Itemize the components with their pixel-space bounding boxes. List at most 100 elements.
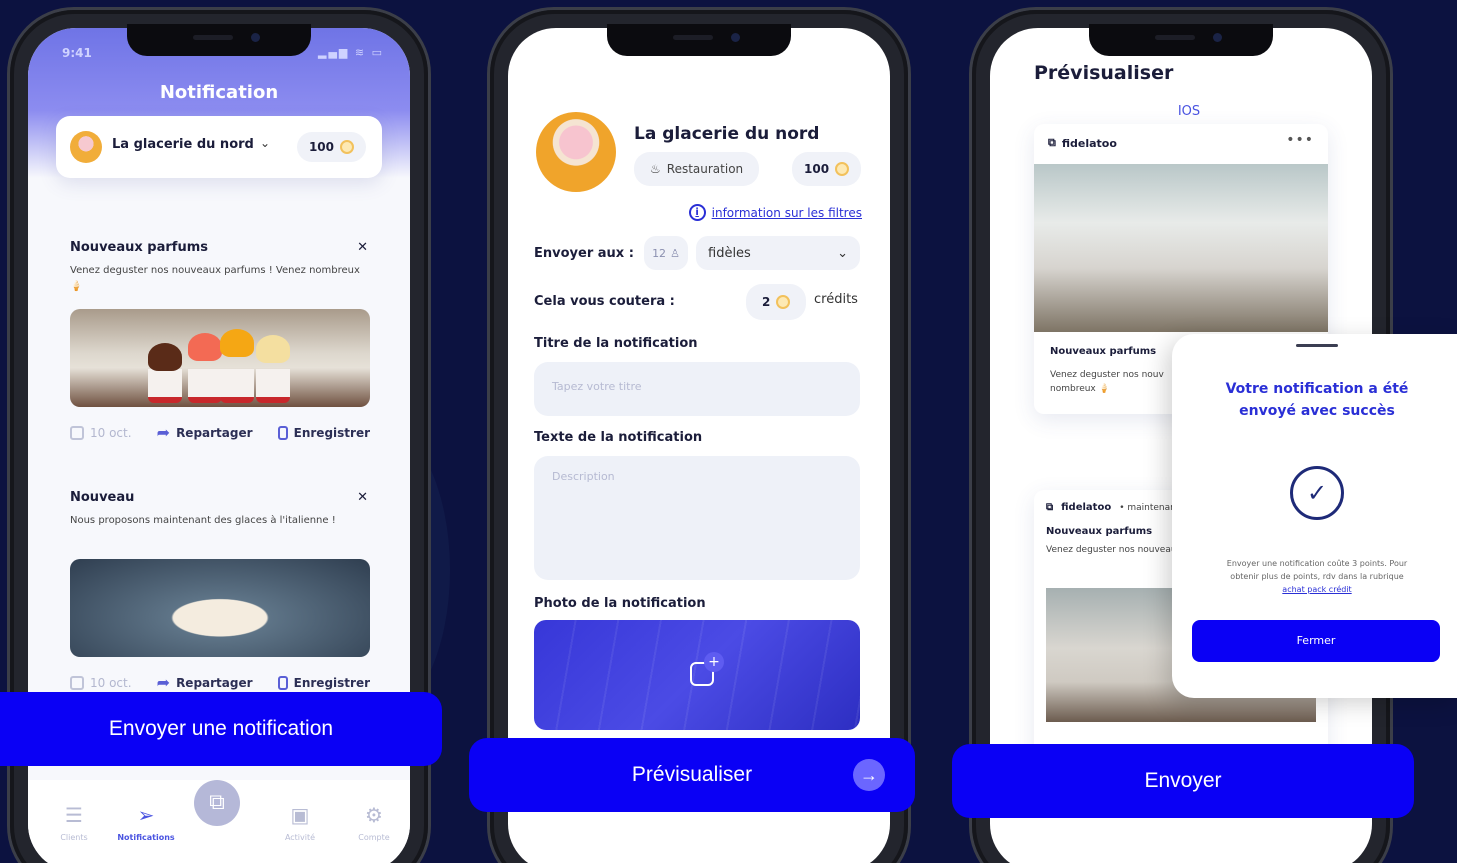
chocolate-ice-shape — [148, 343, 182, 371]
recipient-count: 12 ♙ — [644, 236, 688, 270]
tab-label: Notifications — [117, 833, 175, 842]
card-date: 10 oct. — [70, 423, 132, 442]
check-icon: ✓ — [1290, 466, 1344, 520]
app-name: fidelatoo — [1061, 502, 1112, 513]
more-icon[interactable]: ••• — [1286, 132, 1314, 148]
save-button[interactable]: Enregistrer — [277, 673, 370, 692]
points-badge: 100 — [296, 132, 366, 162]
notification-card: Nouveaux parfums ✕ Venez deguster nos no… — [70, 240, 370, 442]
app-header: ⧉ fidelatoo • maintenant — [1046, 502, 1179, 513]
info-icon: i — [688, 204, 706, 221]
vanilla-ice-shape — [256, 335, 290, 363]
notch — [1089, 24, 1273, 56]
card-image — [70, 559, 370, 657]
buy-credits-link[interactable]: achat pack crédit — [1212, 584, 1422, 597]
audience-select[interactable]: fidèles ⌄ — [696, 236, 860, 270]
preview-button[interactable]: Prévisualiser → — [469, 738, 915, 812]
info-link-label: information sur les filtres — [711, 205, 862, 220]
card-text: Nous proposons maintenant des glaces à l… — [70, 515, 336, 526]
send-notification-button[interactable]: Envoyer une notification — [0, 692, 442, 766]
chevron-down-icon: ⌄ — [837, 245, 848, 261]
send-button[interactable]: Envoyer — [952, 744, 1414, 818]
share-label: Repartager — [176, 675, 253, 690]
card-title: Nouveau — [70, 490, 135, 505]
close-icon[interactable]: ✕ — [357, 490, 368, 505]
filters-info-link[interactable]: i information sur les filtres — [688, 204, 862, 221]
date-text: 10 oct. — [90, 425, 132, 440]
cup-shape — [188, 369, 222, 403]
title-input[interactable]: Tapez votre titre — [534, 362, 860, 416]
tab-label: Compte — [358, 833, 390, 842]
shop-name: La glacerie du nord — [634, 124, 820, 144]
chart-icon: ▣ — [290, 803, 310, 827]
tab-account[interactable]: ⚙ Compte — [344, 803, 404, 842]
text-field-label: Texte de la notification — [534, 430, 703, 445]
card-text: Venez deguster nos nouveaux parfums ! Ve… — [70, 265, 360, 292]
save-label: Enregistrer — [293, 675, 370, 690]
drag-handle[interactable] — [1296, 344, 1338, 347]
shop-name: La glacerie du nord — [112, 137, 254, 152]
points-value: 100 — [308, 140, 334, 154]
share-button[interactable]: ➦ Repartager — [157, 673, 253, 692]
shop-avatar — [70, 131, 102, 163]
person-icon: ♙ — [670, 246, 680, 260]
dialog-text: Envoyer une notification coûte 3 points.… — [1212, 558, 1422, 596]
scan-button[interactable]: ⧉ — [194, 780, 240, 826]
card-actions: 10 oct. ➦ Repartager Enregistrer — [70, 423, 370, 442]
notch — [127, 24, 311, 56]
share-button[interactable]: ➦ Repartager — [157, 423, 253, 442]
description-textarea[interactable]: Description — [534, 456, 860, 580]
gear-icon: ⚙ — [365, 803, 383, 827]
shop-avatar — [536, 112, 616, 192]
send-to-label: Envoyer aux : — [534, 246, 634, 261]
cost-badge: 2 — [746, 284, 807, 320]
app-header: ⧉ fidelatoo — [1048, 136, 1117, 150]
notif-title: Nouveaux parfums — [1046, 526, 1153, 537]
chef-hat-icon: ♨ — [650, 162, 661, 176]
photo-upload[interactable]: + — [534, 620, 860, 730]
button-label: Envoyer une notification — [108, 717, 334, 740]
list-icon: ☰ — [65, 803, 83, 827]
time-label: • maintenant — [1119, 502, 1180, 513]
save-button[interactable]: Enregistrer — [277, 423, 370, 442]
share-icon: ➦ — [156, 673, 171, 692]
send-icon: ➢ — [137, 803, 155, 827]
shop-selector[interactable]: La glacerie du nord ⌄ 100 — [56, 116, 382, 178]
app-name: fidelatoo — [1061, 136, 1117, 150]
app-logo-icon: ⧉ — [1048, 136, 1056, 149]
tab-label: Activité — [284, 833, 316, 842]
close-button[interactable]: Fermer — [1192, 620, 1440, 662]
category-badge: ♨ Restauration — [634, 152, 760, 186]
dialog-body: Envoyer une notification coûte 3 points.… — [1226, 559, 1408, 581]
strawberry-ice-shape — [188, 333, 222, 361]
tab-clients[interactable]: ☰ Clients — [44, 803, 104, 842]
success-dialog: Votre notification a été envoyé avec suc… — [1172, 334, 1457, 698]
count-value: 12 — [652, 246, 667, 260]
calendar-icon — [70, 675, 84, 690]
chevron-down-icon[interactable]: ⌄ — [260, 136, 270, 150]
status-time: 9:41 — [62, 46, 92, 60]
audience-value: fidèles — [708, 245, 751, 261]
points-badge: 100 — [792, 152, 862, 186]
tab-activity[interactable]: ▣ Activité — [270, 803, 330, 842]
coin-icon — [776, 295, 791, 309]
bookmark-icon — [277, 675, 288, 690]
title-field-label: Titre de la notification — [534, 336, 698, 351]
cost-value: 2 — [762, 295, 771, 309]
bookmark-icon — [277, 425, 288, 440]
tab-label: Clients — [60, 833, 88, 842]
card-actions: 10 oct. ➦ Repartager Enregistrer — [70, 673, 370, 692]
close-icon[interactable]: ✕ — [357, 240, 368, 255]
tab-notifications[interactable]: ➢ Notifications — [116, 803, 176, 842]
app-logo-icon: ⧉ — [1046, 502, 1054, 513]
phone-compose: La glacerie du nord ♨ Restauration 100 ii… — [490, 10, 908, 863]
preview-image — [1034, 164, 1328, 332]
coin-icon — [835, 162, 850, 176]
notif-text: Venez deguster nos nouv nombreux 🍦 — [1050, 370, 1164, 395]
notification-card: Nouveau ✕ Nous proposons maintenant des … — [70, 490, 370, 692]
category-label: Restauration — [666, 162, 744, 176]
dialog-title: Votre notification a été envoyé avec suc… — [1225, 381, 1409, 420]
share-icon: ➦ — [156, 423, 171, 442]
mango-ice-shape — [220, 329, 254, 357]
add-icon: + — [704, 652, 724, 672]
